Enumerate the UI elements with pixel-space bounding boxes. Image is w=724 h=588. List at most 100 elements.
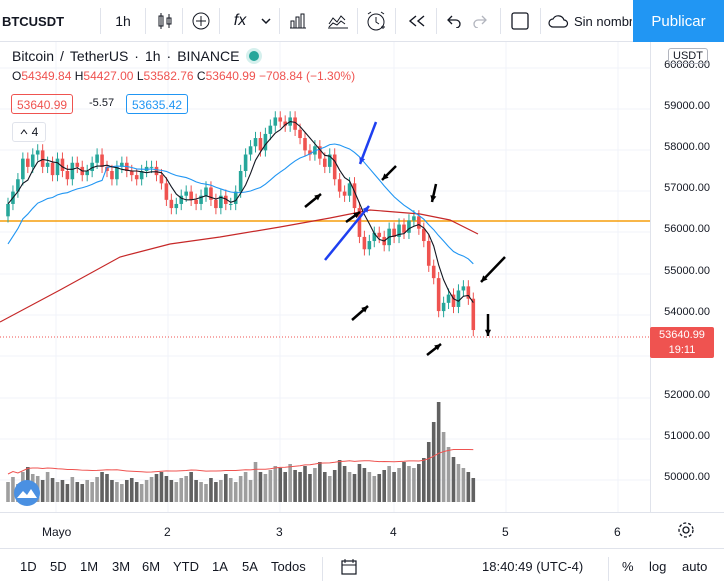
candle-body <box>436 278 441 312</box>
volume-bar <box>471 478 476 502</box>
candle-body <box>426 241 431 266</box>
candle-body <box>65 171 70 180</box>
range-button[interactable]: 3M <box>112 559 130 574</box>
auto-toggle[interactable]: auto <box>682 559 707 574</box>
volume-bar <box>248 480 253 502</box>
dropdown-icon[interactable] <box>258 8 274 34</box>
time-label: 2 <box>164 525 171 539</box>
market-status-icon[interactable] <box>249 51 260 61</box>
volume-bar <box>219 480 223 502</box>
candle-body <box>263 133 268 151</box>
volume-bar <box>377 474 382 502</box>
chart-layouts-icon[interactable] <box>325 8 351 34</box>
volume-bar <box>332 470 337 502</box>
candle-body <box>40 150 45 167</box>
volume-bar <box>174 482 179 502</box>
range-button[interactable]: 6M <box>142 559 160 574</box>
volume-bar <box>75 482 80 502</box>
volume-bar <box>436 402 441 502</box>
candle-body <box>149 166 154 168</box>
volume-bar <box>253 462 258 502</box>
range-button[interactable]: 5A <box>242 559 258 574</box>
chevron-up-icon <box>20 129 28 135</box>
time-label: 6 <box>614 525 621 539</box>
volume-bar <box>357 464 362 502</box>
volume-bar <box>407 466 411 502</box>
interval-button[interactable]: 1h <box>106 8 140 34</box>
open-label: O <box>12 69 22 83</box>
price-chart[interactable] <box>0 42 650 512</box>
change-value: −708.84 (−1.30%) <box>259 69 356 83</box>
volume-bar <box>456 464 461 502</box>
candle-body <box>461 286 466 291</box>
time-label: Mayo <box>42 525 72 539</box>
alert-icon[interactable] <box>363 8 389 34</box>
volume-bar <box>243 472 248 502</box>
volume-bar <box>159 472 164 502</box>
volume-bar <box>327 476 332 502</box>
volume-bar <box>426 442 431 502</box>
cloud-icon[interactable] <box>546 8 570 34</box>
range-button[interactable]: 1A <box>212 559 228 574</box>
candle-body <box>194 199 198 204</box>
symbol-search[interactable]: BTCUSDT <box>2 8 64 34</box>
buy-price-box[interactable]: 53635.42 <box>126 94 189 114</box>
price-axis[interactable]: 60000.00 59000.00 58000.00 57000.00 56000.00… <box>650 42 724 512</box>
volume-bar <box>412 468 416 502</box>
volume-bar <box>209 478 213 502</box>
indicators-toggle[interactable]: 4 <box>12 122 46 142</box>
clock[interactable]: 18:40:49 (UTC-4) <box>482 559 583 574</box>
candle-body <box>110 171 114 180</box>
redo-icon[interactable] <box>470 8 492 34</box>
volume-bar <box>367 472 372 502</box>
publish-button[interactable]: Publicar <box>633 0 724 42</box>
volume-bar <box>431 422 436 502</box>
volume-bar <box>40 480 45 502</box>
candle-body <box>422 228 426 242</box>
range-button[interactable]: 5D <box>50 559 67 574</box>
currency-label[interactable]: USDT <box>668 48 708 64</box>
volume-bar <box>65 484 70 502</box>
volume-bar <box>125 480 129 502</box>
settings-gear-icon[interactable] <box>677 521 695 544</box>
volume-bar <box>179 478 184 502</box>
time-axis[interactable]: Mayo 2 3 4 5 6 <box>0 512 724 548</box>
candle-body <box>129 171 134 176</box>
volume-bar <box>214 482 218 502</box>
volume-bar <box>417 464 421 502</box>
layout-icon[interactable] <box>508 8 532 34</box>
replay-icon[interactable] <box>404 8 430 34</box>
candle-body <box>471 298 476 331</box>
volume-bar <box>323 472 327 502</box>
percent-toggle[interactable]: % <box>622 559 634 574</box>
bar-style-icon[interactable] <box>152 8 178 34</box>
legend-base: Bitcoin <box>12 48 55 64</box>
time-label: 5 <box>502 525 509 539</box>
candle-body <box>367 241 372 250</box>
volume-bar <box>392 472 396 502</box>
range-button[interactable]: 1M <box>80 559 98 574</box>
volume-bar <box>451 457 456 502</box>
candle-body <box>303 138 307 151</box>
undo-icon[interactable] <box>442 8 464 34</box>
volume-bar <box>80 484 85 502</box>
tradingview-logo-icon[interactable] <box>14 480 40 506</box>
candle-body <box>30 154 35 167</box>
candle-body <box>26 158 30 167</box>
add-symbol-icon[interactable] <box>62 8 68 34</box>
indicators-icon[interactable]: fx <box>228 8 252 34</box>
high-value: 54427.00 <box>83 69 134 83</box>
volume-bar <box>120 484 124 502</box>
templates-icon[interactable] <box>285 8 311 34</box>
volume-bar <box>318 462 322 502</box>
range-button[interactable]: Todos <box>271 559 306 574</box>
sell-price-box[interactable]: 53640.99 <box>11 94 74 114</box>
range-button[interactable]: YTD <box>173 559 199 574</box>
log-toggle[interactable]: log <box>649 559 666 574</box>
layout-name[interactable]: Sin nombre <box>574 8 632 34</box>
candle-body <box>402 224 406 233</box>
range-button[interactable]: 1D <box>20 559 37 574</box>
compare-icon[interactable] <box>188 8 214 34</box>
volume-bar <box>115 482 119 502</box>
date-range-icon[interactable] <box>340 558 358 581</box>
